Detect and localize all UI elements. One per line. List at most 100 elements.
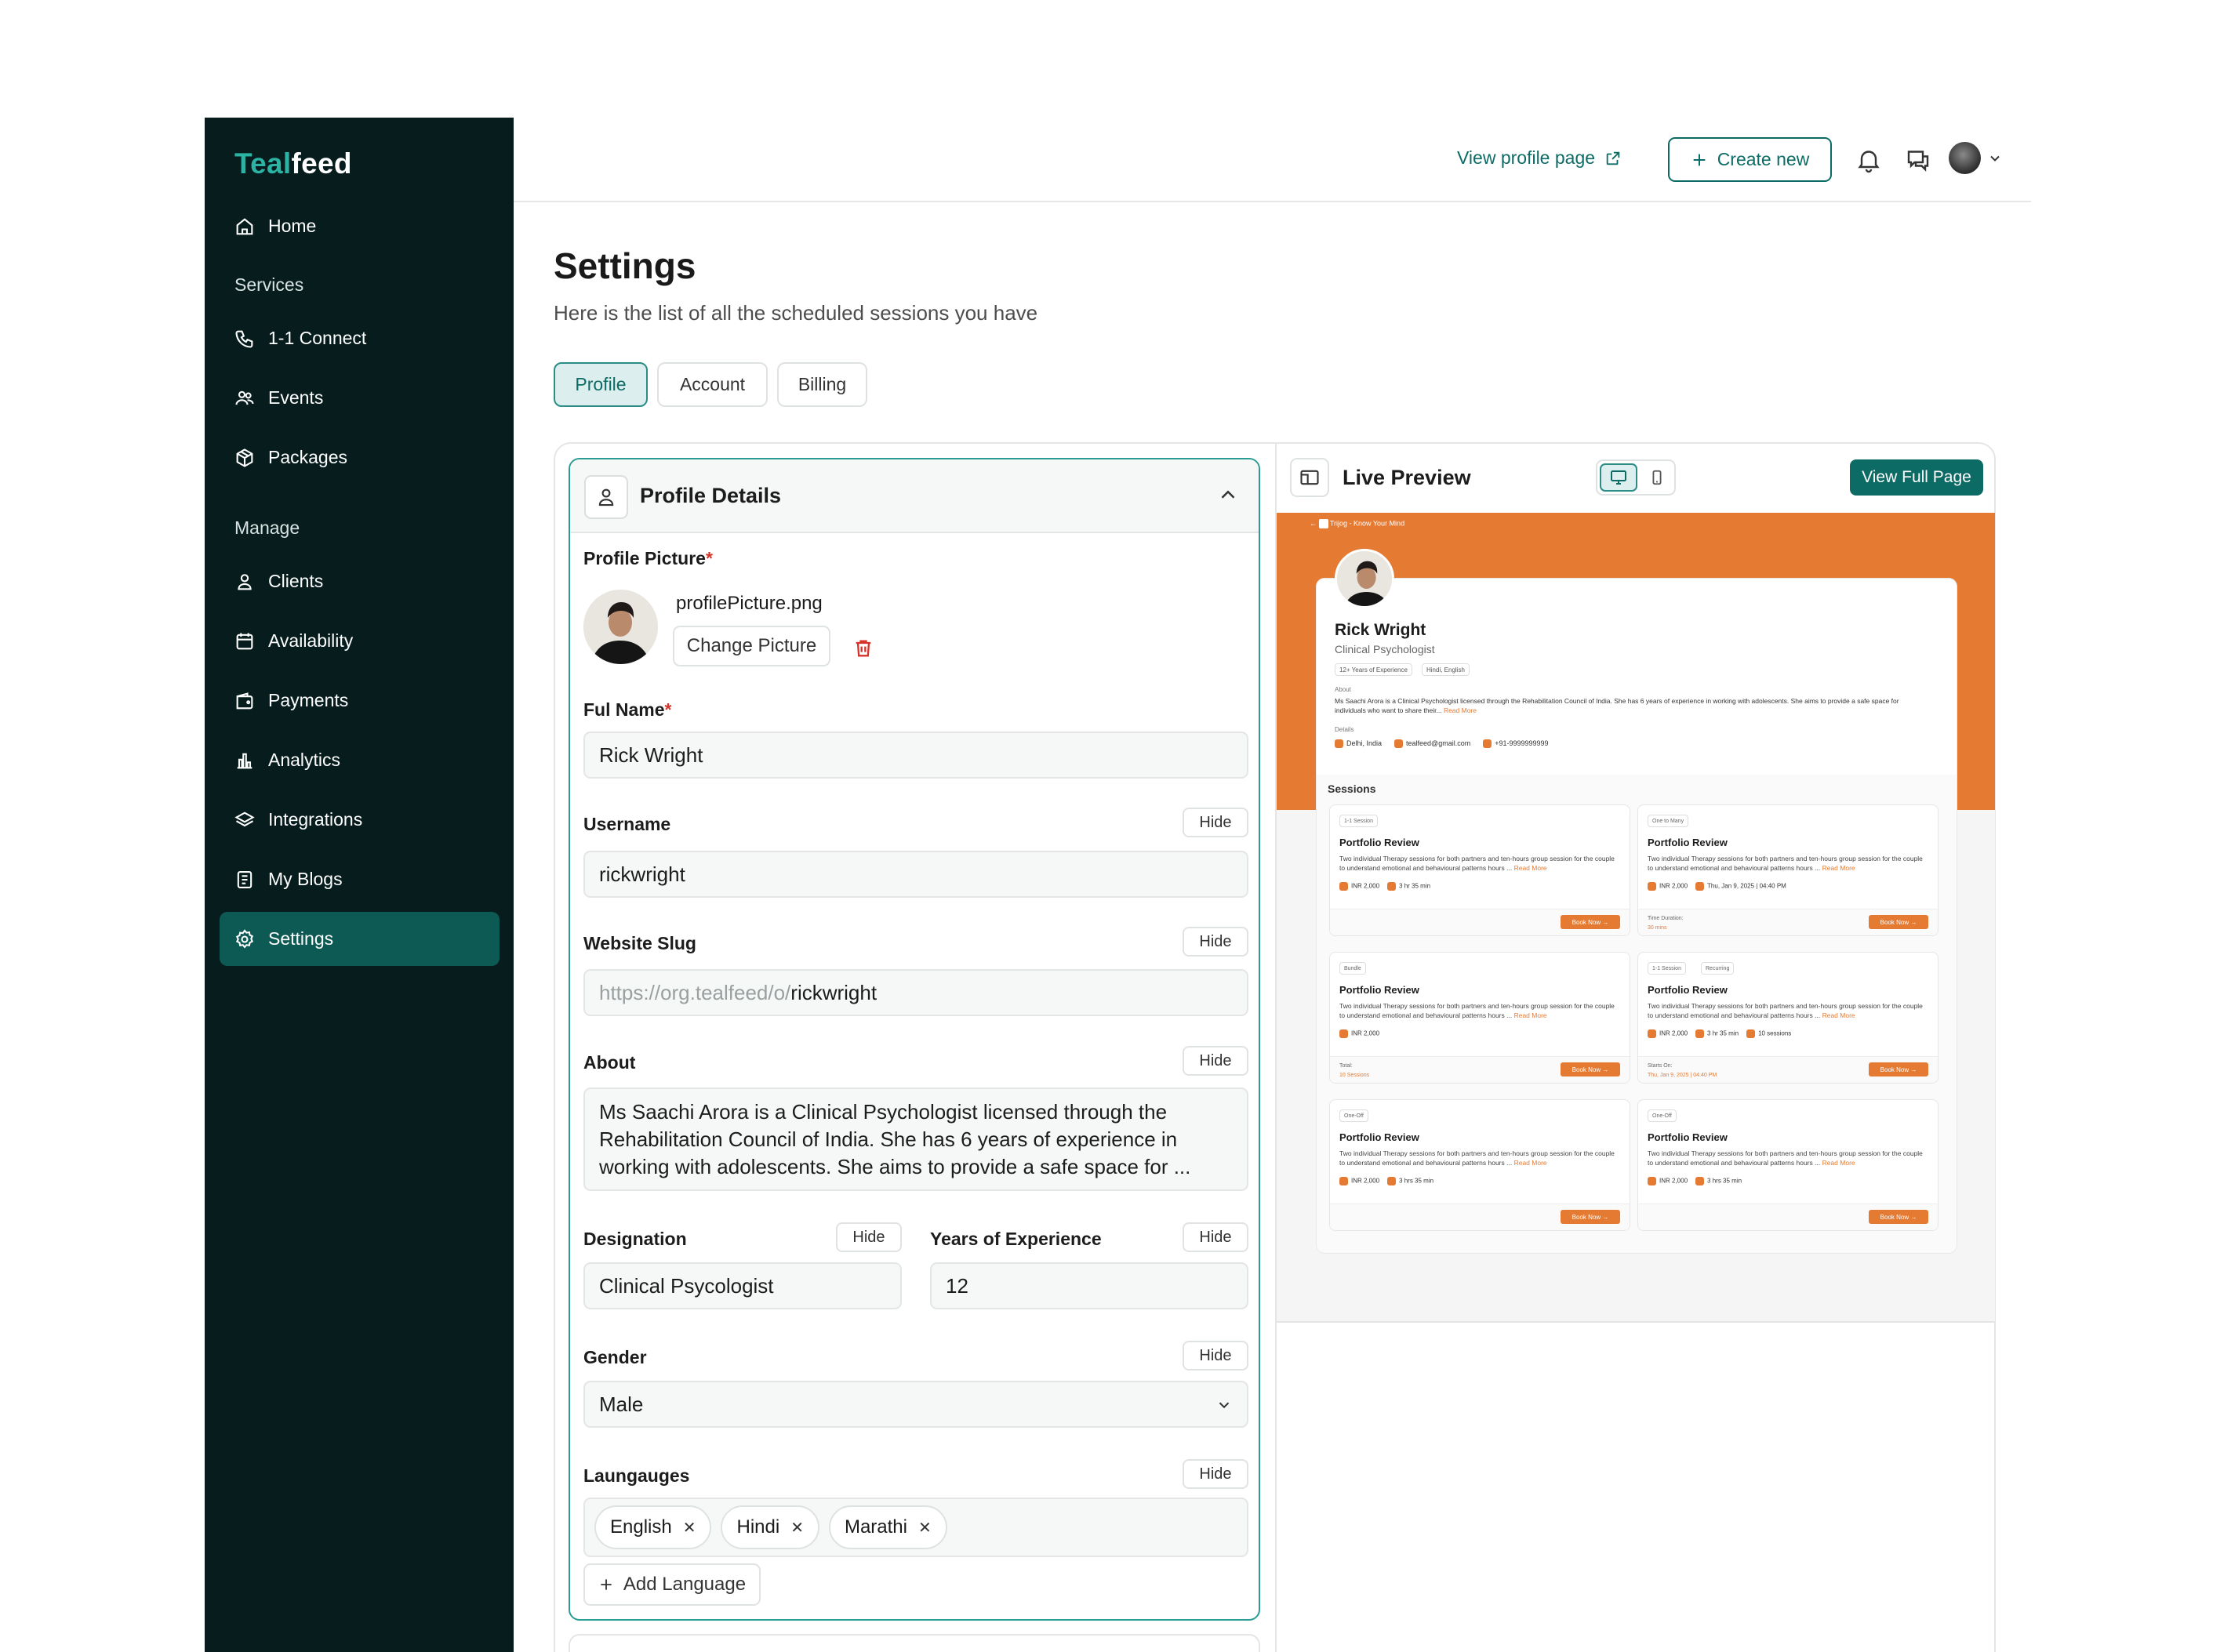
years-experience-field[interactable]: 12 (930, 1262, 1248, 1309)
bell-icon[interactable] (1855, 146, 1883, 174)
sidebar-item-packages[interactable]: Packages (220, 430, 500, 485)
session-meta-item: INR 2,000 (1339, 1029, 1379, 1038)
calendar-icon (236, 633, 253, 649)
remove-chip-icon[interactable]: ✕ (683, 1518, 696, 1538)
website-slug-field[interactable]: https://org.tealfeed/o/rickwright (583, 969, 1248, 1016)
sidebar-item-payments[interactable]: Payments (220, 674, 500, 728)
page-subtitle: Here is the list of all the scheduled se… (554, 301, 1038, 325)
language-chip: Marathi ✕ (828, 1505, 947, 1549)
full-name-field[interactable]: Rick Wright (583, 732, 1248, 779)
username-label: Username (583, 814, 671, 834)
language-chip-label: Hindi (736, 1516, 780, 1538)
change-picture-button[interactable]: Change Picture (673, 626, 830, 666)
clock-icon (1387, 882, 1397, 891)
sidebar-item-label: My Blogs (268, 869, 343, 889)
sidebar-item-events[interactable]: Events (220, 371, 500, 425)
chat-icon[interactable] (1904, 146, 1932, 174)
device-toggle (1596, 459, 1676, 496)
book-now-button[interactable]: Book Now → (1561, 1210, 1620, 1224)
view-full-page-button[interactable]: View Full Page (1850, 459, 1983, 496)
brand-logo[interactable]: Tealfeed (234, 147, 352, 180)
phone-icon (1483, 739, 1492, 749)
sidebar-item-availability[interactable]: Availability (220, 614, 500, 668)
experience-hide-button[interactable]: Hide (1183, 1222, 1248, 1252)
next-section-card[interactable] (569, 1634, 1260, 1652)
slug-prefix: https://org.tealfeed/o/ (599, 980, 791, 1004)
add-language-button[interactable]: Add Language (583, 1563, 761, 1606)
session-read-more[interactable]: Read More (1822, 864, 1855, 872)
session-meta: INR 2,000 3 hr 35 min (1339, 882, 1430, 891)
preview-detail-phone: +91-9999999999 (1483, 739, 1549, 749)
sidebar-item-analytics[interactable]: Analytics (220, 733, 500, 787)
session-read-more[interactable]: Read More (1822, 1159, 1855, 1167)
profile-section-icon-box (584, 475, 628, 519)
tab-profile[interactable]: Profile (554, 362, 648, 407)
sidebar-item-home[interactable]: Home (220, 199, 500, 253)
language-chip-label: English (610, 1516, 672, 1538)
username-hide-button[interactable]: Hide (1183, 808, 1248, 837)
session-foot-value: 10 Sessions (1339, 1073, 1370, 1078)
remove-chip-icon[interactable]: ✕ (918, 1518, 932, 1538)
gender-label: Gender (583, 1347, 647, 1367)
gender-select[interactable]: Male (583, 1381, 1248, 1428)
layers-icon (234, 811, 255, 826)
view-profile-link[interactable]: View profile page (1457, 147, 1622, 169)
sidebar-item-my-blogs[interactable]: My Blogs (220, 852, 500, 906)
preview-read-more[interactable]: Read More (1444, 706, 1477, 714)
profile-photo-illustration (583, 590, 658, 664)
book-now-button[interactable]: Book Now → (1561, 1062, 1620, 1077)
trash-icon[interactable] (852, 637, 874, 660)
session-desc-text: Two individual Therapy sessions for both… (1648, 1002, 1923, 1019)
remove-chip-icon[interactable]: ✕ (790, 1518, 804, 1538)
profile-details-header[interactable]: Profile Details (570, 459, 1259, 533)
session-title: Portfolio Review (1339, 837, 1419, 848)
session-meta-item: INR 2,000 (1648, 1029, 1688, 1038)
session-read-more[interactable]: Read More (1514, 864, 1547, 872)
mobile-icon (1652, 470, 1662, 485)
sidebar-item-clients[interactable]: Clients (220, 554, 500, 608)
sidebar-item-1-1-connect[interactable]: 1-1 Connect (220, 311, 500, 365)
designation-field[interactable]: Clinical Psycologist (583, 1262, 902, 1309)
session-meta-item: INR 2,000 (1339, 1177, 1379, 1185)
gender-hide-button[interactable]: Hide (1183, 1341, 1248, 1371)
clock-icon (1387, 1177, 1397, 1185)
wallet-icon (236, 692, 253, 709)
session-meta-text: INR 2,000 (1659, 1029, 1688, 1037)
session-read-more[interactable]: Read More (1514, 1011, 1547, 1019)
slug-hide-button[interactable]: Hide (1183, 927, 1248, 957)
tab-account[interactable]: Account (657, 362, 768, 407)
book-now-button[interactable]: Book Now → (1869, 1210, 1928, 1224)
create-new-button[interactable]: Create new (1668, 137, 1832, 182)
desktop-view-button[interactable] (1600, 463, 1637, 492)
languages-field[interactable]: English ✕ Hindi ✕ Marathi ✕ (583, 1498, 1248, 1557)
rupee-icon (1648, 1177, 1656, 1185)
about-hide-button[interactable]: Hide (1183, 1046, 1248, 1076)
session-tag: One-Off (1339, 1109, 1368, 1122)
tab-billing[interactable]: Billing (777, 362, 867, 407)
languages-hide-button[interactable]: Hide (1183, 1459, 1248, 1489)
preview-details-row: Delhi, India tealfeed@gmail.com +91-9999… (1335, 739, 1549, 749)
session-title: Portfolio Review (1339, 984, 1419, 996)
sidebar-item-integrations[interactable]: Integrations (220, 793, 500, 847)
book-now-button[interactable]: Book Now → (1869, 1062, 1928, 1077)
user-menu[interactable] (1949, 142, 2003, 174)
full-name-label-text: Ful Name (583, 699, 665, 720)
rupee-icon (1339, 882, 1348, 891)
rupee-icon (1339, 1177, 1348, 1185)
designation-hide-button[interactable]: Hide (836, 1222, 902, 1252)
book-now-button[interactable]: Book Now → (1561, 915, 1620, 929)
session-read-more[interactable]: Read More (1514, 1159, 1547, 1167)
chevron-up-icon[interactable] (1216, 483, 1240, 506)
preview-panel-icon (1290, 458, 1329, 497)
home-icon (236, 217, 253, 234)
book-now-button[interactable]: Book Now → (1869, 915, 1928, 929)
about-textarea[interactable]: Ms Saachi Arora is a Clinical Psychologi… (583, 1087, 1248, 1191)
mobile-view-button[interactable] (1641, 463, 1673, 492)
sidebar-item-settings[interactable]: Settings (220, 912, 500, 966)
username-field[interactable]: rickwright (583, 851, 1248, 898)
session-read-more[interactable]: Read More (1822, 1011, 1855, 1019)
session-desc: Two individual Therapy sessions for both… (1648, 1149, 1930, 1167)
session-meta-text: 3 hrs 35 min (1707, 1177, 1742, 1185)
session-meta-item: 3 hr 35 min (1695, 1029, 1739, 1038)
sidebar-item-label: Home (268, 216, 317, 236)
